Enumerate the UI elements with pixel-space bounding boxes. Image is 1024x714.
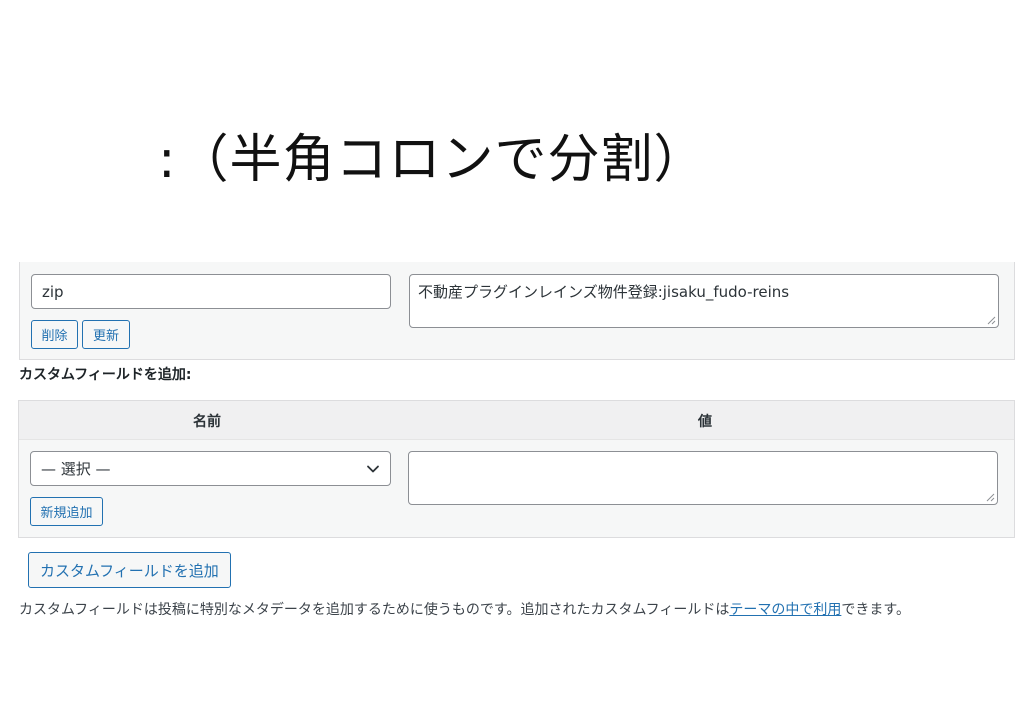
select-current-value: — 選択 —: [41, 460, 111, 478]
delete-button[interactable]: 削除: [31, 320, 78, 349]
page: :（半角コロンで分割） zip 不動産プラグインレインズ物件登録:jisaku_…: [0, 0, 1024, 714]
help-text-before: カスタムフィールドは投稿に特別なメタデータを追加するために使うものです。追加され…: [19, 602, 730, 618]
table-header: 名前 値: [19, 401, 1014, 440]
field-value-text: 不動産プラグインレインズ物件登録:jisaku_fudo-reins: [418, 283, 790, 301]
chevron-down-icon: [367, 465, 379, 472]
field-name-input[interactable]: zip: [31, 274, 391, 309]
theme-usage-link[interactable]: テーマの中で利用: [729, 602, 841, 618]
field-name-value: zip: [42, 282, 64, 301]
column-name-header: 名前: [193, 414, 221, 430]
resize-grip-icon[interactable]: [987, 316, 996, 325]
help-text-after: できます。: [841, 602, 910, 618]
page-title: :（半角コロンで分割）: [158, 130, 707, 190]
field-name-select[interactable]: — 選択 —: [30, 451, 391, 486]
update-button[interactable]: 更新: [82, 320, 130, 349]
add-field-table: 名前 値 — 選択 — 新規追加: [18, 400, 1015, 538]
help-text: カスタムフィールドは投稿に特別なメタデータを追加するために使うものです。追加され…: [19, 599, 910, 619]
resize-grip-icon[interactable]: [986, 493, 995, 502]
column-value-header: 値: [698, 414, 712, 430]
add-custom-field-label: カスタムフィールドを追加:: [19, 367, 192, 383]
add-new-button[interactable]: 新規追加: [30, 497, 103, 526]
add-custom-field-button[interactable]: カスタムフィールドを追加: [28, 552, 231, 588]
new-field-value-textarea[interactable]: [408, 451, 998, 505]
field-value-textarea[interactable]: 不動産プラグインレインズ物件登録:jisaku_fudo-reins: [409, 274, 999, 328]
existing-field-row: zip 不動産プラグインレインズ物件登録:jisaku_fudo-reins 削…: [19, 262, 1015, 360]
